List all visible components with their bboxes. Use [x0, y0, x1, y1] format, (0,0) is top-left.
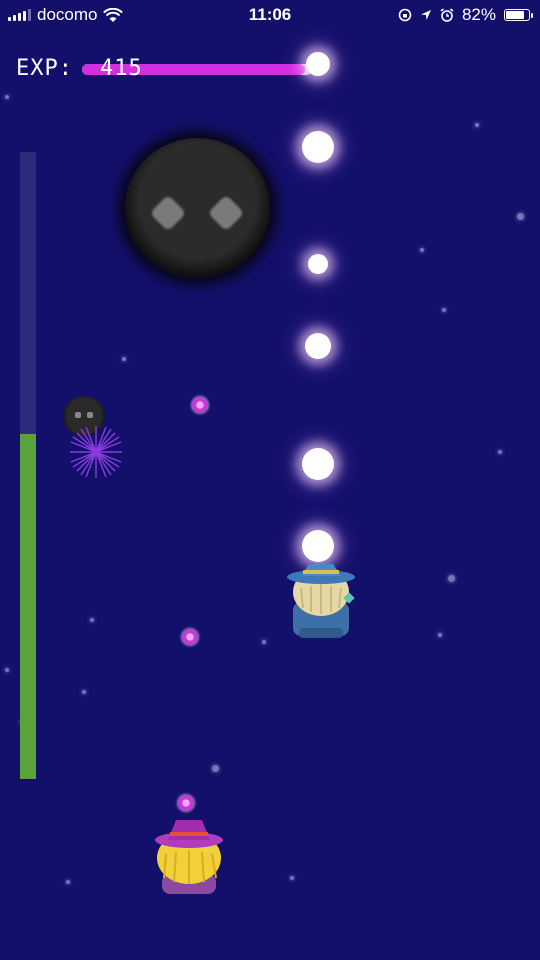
star	[122, 357, 126, 361]
star	[290, 876, 294, 880]
ally-shot	[306, 52, 330, 76]
star	[438, 633, 442, 637]
ally-witch-sprite	[287, 564, 355, 638]
hit-burst-effect	[70, 426, 122, 478]
star	[5, 95, 9, 99]
star	[90, 618, 94, 622]
star	[442, 308, 446, 312]
lock-rotation-icon	[398, 8, 412, 22]
star	[475, 123, 479, 127]
battery-percent: 82%	[461, 5, 496, 24]
health-bar-fill	[20, 434, 36, 779]
star	[82, 690, 86, 694]
star	[212, 765, 219, 772]
star	[498, 450, 502, 454]
star	[448, 575, 455, 582]
player-shot	[192, 397, 208, 413]
battery-icon	[504, 9, 533, 21]
minion-eye	[87, 412, 93, 418]
star	[5, 668, 9, 672]
exp-value: 415	[100, 56, 143, 81]
status-right: 82%	[398, 5, 533, 25]
star	[420, 248, 424, 252]
ally-shot	[302, 448, 334, 480]
boss-eye	[149, 194, 187, 232]
status-bar: docomo 11:06 82%	[0, 0, 540, 30]
exp-label: EXP:	[16, 56, 73, 81]
alarm-icon	[440, 8, 454, 22]
player-shot	[178, 795, 194, 811]
ally-shot	[302, 131, 334, 163]
star	[517, 213, 524, 220]
player-shot	[182, 629, 198, 645]
shadow-boss	[125, 138, 270, 278]
battery-fill	[506, 11, 524, 19]
ally-shot	[305, 333, 331, 359]
ally-shot	[308, 254, 328, 274]
location-icon	[420, 10, 431, 20]
star	[66, 880, 70, 884]
star	[262, 640, 266, 644]
health-bar	[20, 152, 36, 779]
minion-eye	[75, 412, 81, 418]
player-witch-sprite	[155, 820, 223, 894]
boss-eye	[207, 194, 245, 232]
